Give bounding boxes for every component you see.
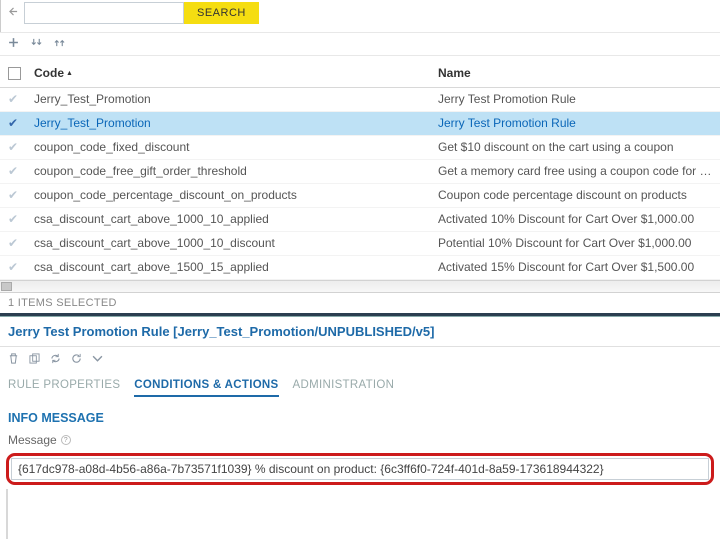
search-bar: SEARCH: [0, 0, 720, 32]
cell-code: Jerry_Test_Promotion: [34, 92, 438, 106]
select-all-checkbox[interactable]: [8, 67, 21, 80]
cell-code: coupon_code_free_gift_order_threshold: [34, 164, 438, 178]
check-icon[interactable]: ✔: [8, 260, 34, 274]
detail-pane: Jerry Test Promotion Rule [Jerry_Test_Pr…: [0, 316, 720, 539]
cell-name: Jerry Test Promotion Rule: [438, 116, 712, 130]
add-icon[interactable]: [8, 37, 19, 51]
table-row[interactable]: ✔csa_discount_cart_above_1000_10_discoun…: [0, 232, 720, 256]
table-row[interactable]: ✔Jerry_Test_PromotionJerry Test Promotio…: [0, 88, 720, 112]
copy-icon[interactable]: [29, 353, 40, 367]
cell-name: Coupon code percentage discount on produ…: [438, 188, 712, 202]
column-header-name-label: Name: [438, 66, 471, 80]
collapse-icon[interactable]: [7, 7, 24, 19]
table-row[interactable]: ✔coupon_code_free_gift_order_thresholdGe…: [0, 160, 720, 184]
results-pane: SEARCH Code ▲ Name ✔Jerry_Test_Promotion…: [0, 0, 720, 316]
search-input[interactable]: [24, 2, 184, 24]
cell-code: coupon_code_percentage_discount_on_produ…: [34, 188, 438, 202]
sync-icon[interactable]: [50, 353, 61, 367]
check-icon[interactable]: ✔: [8, 140, 34, 154]
cell-code: Jerry_Test_Promotion: [34, 116, 438, 130]
check-icon[interactable]: ✔: [8, 188, 34, 202]
scrollbar-thumb[interactable]: [1, 282, 12, 291]
table-row[interactable]: ✔Jerry_Test_PromotionJerry Test Promotio…: [0, 112, 720, 136]
delete-icon[interactable]: [8, 353, 19, 367]
cell-code: csa_discount_cart_above_1000_10_discount: [34, 236, 438, 250]
cell-name: Potential 10% Discount for Cart Over $1,…: [438, 236, 712, 250]
check-icon[interactable]: ✔: [8, 236, 34, 250]
cell-name: Activated 10% Discount for Cart Over $1,…: [438, 212, 712, 226]
arrows-down-icon[interactable]: [31, 37, 42, 51]
chevron-down-icon[interactable]: [92, 353, 103, 367]
field-message-label: Message: [8, 433, 57, 447]
column-header-name[interactable]: Name: [438, 66, 712, 80]
grid-header: Code ▲ Name: [0, 55, 720, 88]
column-header-code[interactable]: Code ▲: [34, 66, 438, 80]
table-row[interactable]: ✔coupon_code_fixed_discountGet $10 disco…: [0, 136, 720, 160]
detail-toolbar: [0, 347, 720, 373]
tab-conditions-actions[interactable]: CONDITIONS & ACTIONS: [134, 375, 278, 397]
grid-body: ✔Jerry_Test_PromotionJerry Test Promotio…: [0, 88, 720, 280]
tab-administration[interactable]: ADMINISTRATION: [293, 375, 395, 397]
table-row[interactable]: ✔coupon_code_percentage_discount_on_prod…: [0, 184, 720, 208]
grid-toolbar: [0, 32, 720, 55]
check-icon[interactable]: ✔: [8, 164, 34, 178]
selection-summary: 1 ITEMS SELECTED: [0, 293, 720, 313]
cell-code: csa_discount_cart_above_1500_15_applied: [34, 260, 438, 274]
refresh-icon[interactable]: [71, 353, 82, 367]
panel-divider: [6, 489, 8, 539]
cell-name: Get a memory card free using a coupon co…: [438, 164, 712, 178]
check-icon[interactable]: ✔: [8, 212, 34, 226]
cell-code: csa_discount_cart_above_1000_10_applied: [34, 212, 438, 226]
sort-asc-icon: ▲: [66, 70, 73, 77]
cell-name: Activated 15% Discount for Cart Over $1,…: [438, 260, 712, 274]
detail-tabs: RULE PROPERTIES CONDITIONS & ACTIONS ADM…: [0, 373, 720, 403]
cell-code: coupon_code_fixed_discount: [34, 140, 438, 154]
column-header-code-label: Code: [34, 66, 64, 80]
highlight-annotation: [6, 453, 714, 485]
arrows-up-icon[interactable]: [54, 37, 65, 51]
check-icon[interactable]: ✔: [8, 92, 34, 106]
check-icon[interactable]: ✔: [8, 116, 34, 130]
horizontal-scrollbar[interactable]: [0, 280, 720, 293]
table-row[interactable]: ✔csa_discount_cart_above_1500_15_applied…: [0, 256, 720, 280]
help-icon[interactable]: ?: [61, 435, 71, 445]
detail-title: Jerry Test Promotion Rule [Jerry_Test_Pr…: [0, 317, 720, 347]
field-message: Message ?: [0, 427, 720, 449]
section-info-message: INFO MESSAGE: [0, 403, 720, 427]
cell-name: Get $10 discount on the cart using a cou…: [438, 140, 712, 154]
tab-rule-properties[interactable]: RULE PROPERTIES: [8, 375, 120, 397]
table-row[interactable]: ✔csa_discount_cart_above_1000_10_applied…: [0, 208, 720, 232]
cell-name: Jerry Test Promotion Rule: [438, 92, 712, 106]
search-button[interactable]: SEARCH: [184, 2, 259, 24]
message-input[interactable]: [11, 458, 709, 480]
